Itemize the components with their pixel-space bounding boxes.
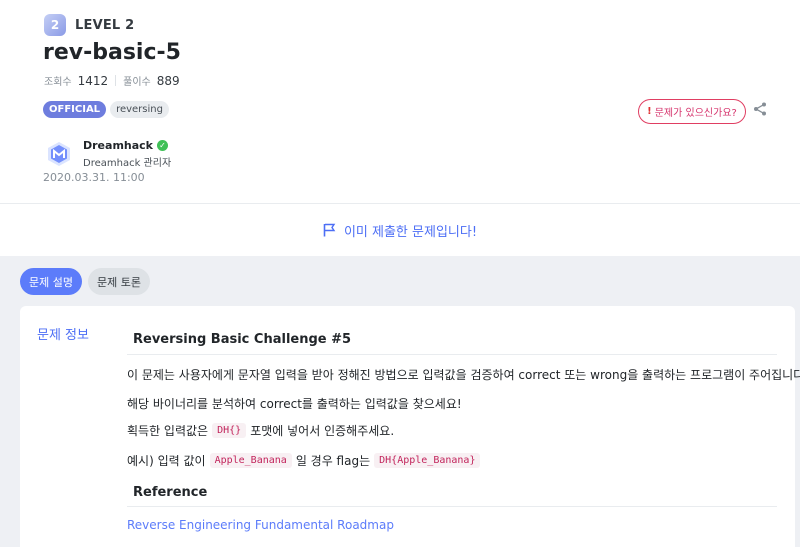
created-date: 2020.03.31. 11:00 bbox=[43, 171, 145, 184]
challenge-heading: Reversing Basic Challenge #5 bbox=[133, 332, 352, 347]
solves-count: 889 bbox=[156, 73, 180, 88]
solves-label: 풀이수 bbox=[123, 77, 151, 88]
views-label: 조회수 bbox=[44, 77, 72, 88]
report-problem-label: 문제가 있으신가요? bbox=[654, 108, 737, 119]
para4-text-middle: 일 경우 flag는 bbox=[295, 454, 371, 468]
stats-divider bbox=[115, 75, 117, 86]
tag-reversing[interactable]: reversing bbox=[110, 101, 169, 118]
level-indicator: 2 LEVEL 2 bbox=[44, 14, 134, 36]
views-count: 1412 bbox=[77, 73, 109, 88]
description-paragraph-2: 해당 바이너리를 분석하여 correct를 출력하는 입력값을 찾으세요! bbox=[127, 397, 462, 411]
content-area: 문제 설명 문제 토론 문제 정보 Reversing Basic Challe… bbox=[0, 256, 800, 547]
level-icon: 2 bbox=[44, 14, 66, 36]
author-name[interactable]: Dreamhack bbox=[83, 139, 153, 152]
flag-icon bbox=[323, 223, 336, 237]
example-input-code: Apple_Banana bbox=[209, 453, 292, 468]
reference-link[interactable]: Reverse Engineering Fundamental Roadmap bbox=[127, 518, 394, 532]
para3-text-before: 획득한 입력값은 bbox=[127, 424, 209, 438]
tag-list: OFFICIAL reversing bbox=[43, 101, 169, 118]
challenge-stats: 조회수 1412 풀이수 889 bbox=[44, 73, 180, 89]
challenge-header: 2 LEVEL 2 rev-basic-5 조회수 1412 풀이수 889 O… bbox=[0, 0, 800, 204]
problem-info-label: 문제 정보 bbox=[37, 328, 89, 343]
flag-format-code: DH{} bbox=[212, 423, 247, 438]
tab-description[interactable]: 문제 설명 bbox=[20, 268, 82, 295]
para3-text-after: 포맷에 넣어서 인증해주세요. bbox=[250, 424, 395, 438]
description-paragraph-3: 획득한 입력값은 DH{} 포맷에 넣어서 인증해주세요. bbox=[127, 422, 394, 439]
heading-divider bbox=[127, 354, 777, 355]
level-label: LEVEL 2 bbox=[75, 17, 135, 33]
reference-heading: Reference bbox=[133, 485, 208, 500]
author-role: Dreamhack 관리자 bbox=[83, 158, 172, 169]
submitted-text: 이미 제출한 문제입니다! bbox=[343, 224, 478, 240]
submitted-banner: 이미 제출한 문제입니다! bbox=[0, 205, 800, 255]
example-flag-code: DH{Apple_Banana} bbox=[374, 453, 481, 468]
dreamhack-logo-icon bbox=[48, 142, 70, 166]
reference-divider bbox=[127, 506, 777, 507]
tab-discussion[interactable]: 문제 토론 bbox=[88, 268, 150, 295]
problem-info-card: 문제 정보 Reversing Basic Challenge #5 이 문제는… bbox=[20, 306, 800, 547]
challenge-title: rev-basic-5 bbox=[43, 40, 181, 65]
description-paragraph-4: 예시) 입력 값이 Apple_Banana 일 경우 flag는 DH{App… bbox=[127, 452, 484, 469]
author-info[interactable]: Dreamhack ✓ Dreamhack 관리자 bbox=[45, 139, 171, 169]
verified-icon: ✓ bbox=[157, 140, 168, 151]
share-icon[interactable] bbox=[752, 101, 768, 117]
para4-text-before: 예시) 입력 값이 bbox=[127, 454, 206, 468]
report-icon: ! bbox=[647, 106, 652, 117]
report-problem-button[interactable]: ! 문제가 있으신가요? bbox=[638, 99, 746, 124]
description-paragraph-1: 이 문제는 사용자에게 문자열 입력을 받아 정해진 방법으로 입력값을 검증하… bbox=[127, 368, 800, 382]
tag-official[interactable]: OFFICIAL bbox=[43, 101, 107, 118]
